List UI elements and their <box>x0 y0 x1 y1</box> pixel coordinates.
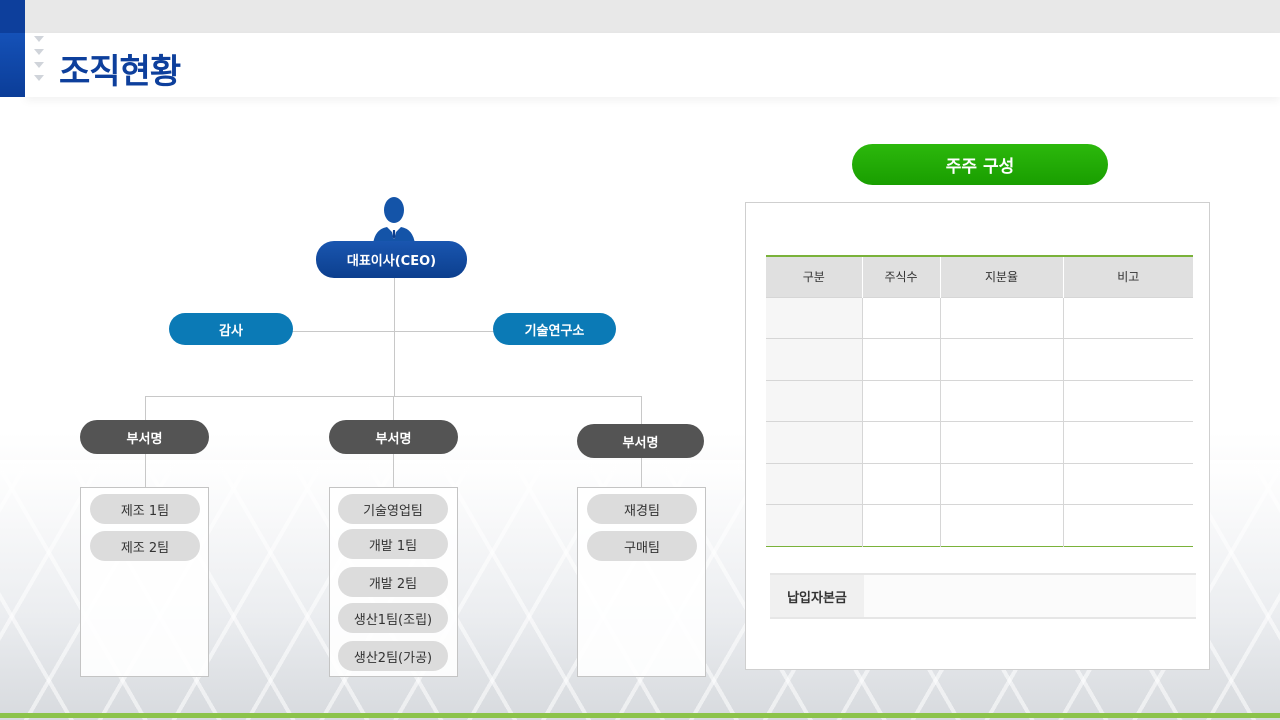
shareholders-title: 주주 구성 <box>852 144 1108 185</box>
department-node: 부서명 <box>80 420 209 454</box>
team-item: 생산2팀(가공) <box>338 641 448 671</box>
team-item: 개발 1팀 <box>338 529 448 559</box>
table-cell[interactable] <box>1063 296 1193 339</box>
team-item: 구매팀 <box>587 531 697 561</box>
footer-accent-line <box>0 713 1280 718</box>
table-cell[interactable] <box>862 462 941 505</box>
table-cell[interactable] <box>766 462 863 505</box>
department-label: 부서명 <box>622 435 659 451</box>
table-cell[interactable] <box>766 504 863 546</box>
table-cell[interactable] <box>940 462 1064 505</box>
top-strip <box>0 0 1280 33</box>
table-cell[interactable] <box>940 338 1064 380</box>
paid-in-capital-row: 납입자본금 <box>770 573 1196 619</box>
table-row <box>766 296 1193 339</box>
person-icon <box>373 197 415 244</box>
connector-ceo-vertical <box>394 278 395 397</box>
department-node: 부서명 <box>577 424 704 458</box>
department-node: 부서명 <box>329 420 458 454</box>
table-cell[interactable] <box>862 421 941 463</box>
team-item: 기술영업팀 <box>338 494 448 524</box>
table-cell[interactable] <box>1063 504 1193 546</box>
table-cell[interactable] <box>940 504 1064 546</box>
ceo-node: 대표이사(CEO) <box>316 241 467 278</box>
table-cell[interactable] <box>862 379 941 422</box>
shareholders-title-label: 주주 구성 <box>945 157 1015 177</box>
column-header: 지분율 <box>940 256 1064 297</box>
team-item: 개발 2팀 <box>338 567 448 597</box>
table-cell[interactable] <box>1063 338 1193 380</box>
lab-label: 기술연구소 <box>524 323 585 339</box>
department-label: 부서명 <box>126 431 163 447</box>
team-item: 재경팀 <box>587 494 697 524</box>
team-item: 제조 1팀 <box>90 494 200 524</box>
table-row <box>766 338 1193 380</box>
table-cell[interactable] <box>766 421 863 463</box>
table-row <box>766 421 1193 463</box>
team-item: 제조 2팀 <box>90 531 200 561</box>
title-bar <box>25 33 1280 97</box>
page-title: 조직현황 <box>59 52 181 92</box>
table-cell[interactable] <box>766 296 863 339</box>
table-cell[interactable] <box>766 338 863 380</box>
table-cell[interactable] <box>940 379 1064 422</box>
table-cell[interactable] <box>862 296 941 339</box>
column-header: 구분 <box>766 256 863 297</box>
audit-node: 감사 <box>169 313 293 345</box>
ceo-label: 대표이사(CEO) <box>346 254 437 269</box>
table-cell[interactable] <box>1063 421 1193 463</box>
table-cell[interactable] <box>1063 462 1193 505</box>
department-label: 부서명 <box>375 431 412 447</box>
column-header: 비고 <box>1063 256 1193 297</box>
column-header: 주식수 <box>862 256 941 297</box>
table-cell[interactable] <box>940 421 1064 463</box>
chevron-decoration-icon <box>34 36 46 98</box>
table-cell[interactable] <box>862 504 941 546</box>
shareholders-table: 구분 주식수 지분율 비고 <box>766 255 1193 547</box>
paid-in-capital-value[interactable] <box>864 575 1196 617</box>
table-cell[interactable] <box>766 379 863 422</box>
paid-in-capital-label: 납입자본금 <box>770 575 864 617</box>
table-cell[interactable] <box>940 296 1064 339</box>
table-row <box>766 504 1193 546</box>
team-item: 생산1팀(조립) <box>338 603 448 633</box>
connector-audit-lab <box>292 331 494 332</box>
table-row <box>766 462 1193 505</box>
lab-node: 기술연구소 <box>493 313 616 345</box>
table-header-row: 구분 주식수 지분율 비고 <box>766 256 1193 297</box>
header-accent-top <box>0 0 25 33</box>
audit-label: 감사 <box>219 323 243 339</box>
table-row <box>766 379 1193 422</box>
table-cell[interactable] <box>862 338 941 380</box>
table-cell[interactable] <box>1063 379 1193 422</box>
